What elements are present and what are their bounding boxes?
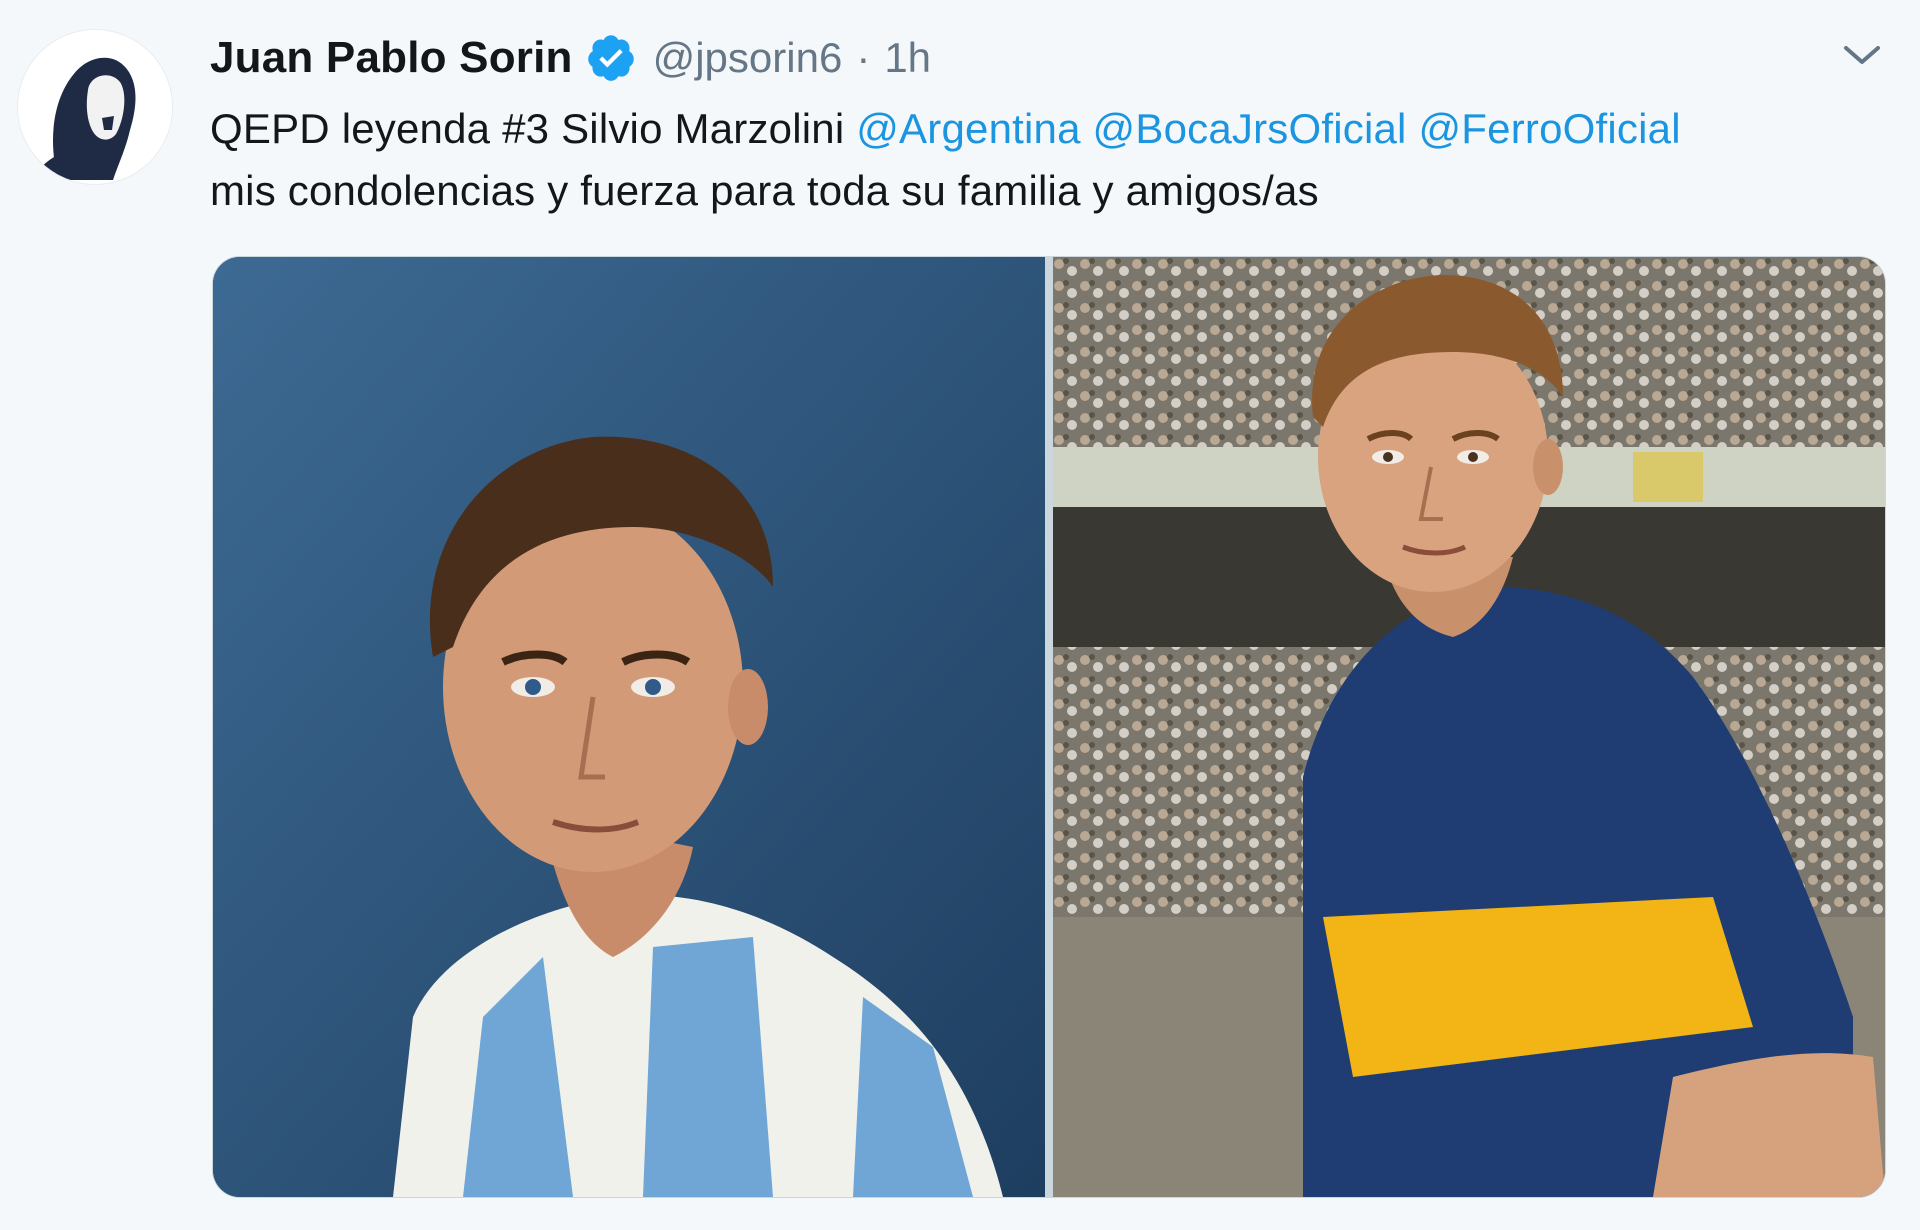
tweet-text-line1: QEPD leyenda #3 Silvio Marzolini: [210, 105, 857, 152]
player-portrait-image: [213, 257, 1045, 1197]
mention-argentina[interactable]: @Argentina: [856, 105, 1080, 152]
player-stadium-image: [1053, 257, 1885, 1197]
tweet-header: Juan Pablo Sorin @jpsorin6 · 1h: [210, 28, 931, 88]
photo-boca-jersey[interactable]: [1053, 257, 1885, 1197]
author-display-name[interactable]: Juan Pablo Sorin: [210, 33, 573, 83]
verified-badge-icon: [587, 35, 634, 81]
media-grid: [212, 256, 1886, 1198]
separator-dot: ·: [856, 34, 871, 81]
mention-ferrooficial[interactable]: @FerroOficial: [1418, 105, 1680, 152]
photo-argentina-jersey[interactable]: [213, 257, 1045, 1197]
tweet-text-line2: mis condolencias y fuerza para toda su f…: [210, 167, 1319, 214]
tweet-text: QEPD leyenda #3 Silvio Marzolini @Argent…: [210, 98, 1890, 222]
avatar-portrait-icon: [18, 30, 172, 184]
tweet[interactable]: Juan Pablo Sorin @jpsorin6 · 1h QEPD ley…: [0, 0, 1920, 1230]
mention-bocajrsoficial[interactable]: @BocaJrsOficial: [1093, 105, 1407, 152]
chevron-down-icon[interactable]: [1840, 40, 1884, 70]
tweet-timestamp[interactable]: 1h: [884, 34, 931, 82]
author-handle[interactable]: @jpsorin6: [653, 34, 843, 82]
author-avatar[interactable]: [18, 30, 172, 184]
